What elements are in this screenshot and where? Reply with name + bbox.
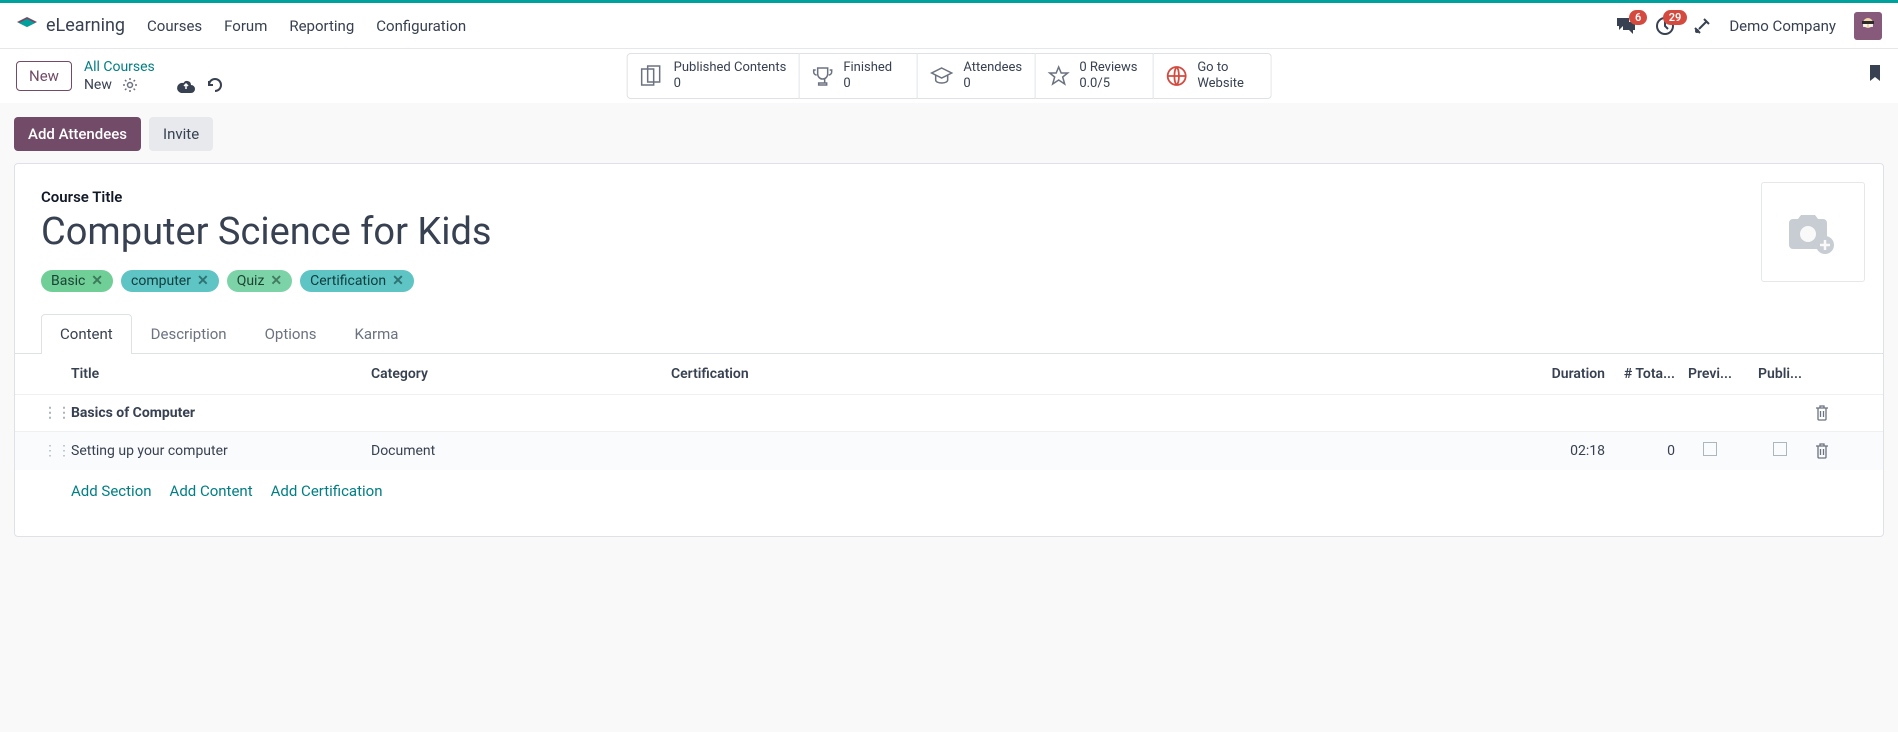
row-duration: 02:18: [1515, 443, 1605, 459]
course-title[interactable]: Computer Science for Kids: [41, 210, 1857, 254]
delete-row-icon[interactable]: [1815, 443, 1855, 459]
row-category[interactable]: Document: [371, 443, 671, 459]
drag-handle-icon[interactable]: ⋮⋮: [43, 405, 71, 421]
elearning-icon: [16, 15, 38, 37]
tabs: Content Description Options Karma: [15, 314, 1883, 354]
stat-finished[interactable]: Finished0: [799, 53, 917, 98]
delete-section-icon[interactable]: [1815, 405, 1855, 421]
th-certification: Certification: [671, 366, 1515, 382]
section-row: ⋮⋮ Basics of Computer: [15, 394, 1883, 432]
activities-icon[interactable]: 29: [1655, 16, 1675, 36]
subbar: New All Courses New Published Contents0 …: [0, 49, 1898, 103]
row-title[interactable]: Setting up your computer: [71, 443, 371, 459]
tab-options[interactable]: Options: [246, 314, 336, 353]
tab-content[interactable]: Content: [41, 314, 132, 354]
th-publi: Publi...: [1745, 366, 1815, 382]
tab-karma[interactable]: Karma: [335, 314, 417, 353]
tag-label: Certification: [310, 273, 386, 289]
brand[interactable]: eLearning: [16, 15, 125, 37]
trophy-icon: [811, 65, 833, 87]
breadcrumb-new: New: [84, 77, 112, 93]
content-icon: [640, 65, 664, 87]
drag-handle-icon[interactable]: ⋮⋮: [43, 443, 71, 459]
tag-label: Basic: [51, 273, 85, 289]
nav-configuration[interactable]: Configuration: [376, 17, 466, 35]
messages-icon[interactable]: 6: [1615, 16, 1637, 36]
globe-icon: [1165, 65, 1187, 87]
th-previ: Previ...: [1675, 366, 1745, 382]
tab-description[interactable]: Description: [132, 314, 246, 353]
tag-computer[interactable]: computer ✕: [121, 270, 219, 292]
table-row: ⋮⋮ Setting up your computer Document 02:…: [15, 432, 1883, 470]
tag-remove-icon[interactable]: ✕: [197, 273, 209, 289]
messages-badge: 6: [1629, 10, 1647, 25]
invite-button[interactable]: Invite: [149, 117, 213, 151]
company-label[interactable]: Demo Company: [1729, 17, 1836, 35]
row-total: 0: [1605, 443, 1675, 459]
brand-label: eLearning: [46, 15, 125, 36]
gear-icon[interactable]: [122, 77, 138, 93]
stat-boxes: Published Contents0 Finished0 Attendees0…: [627, 53, 1272, 98]
tag-basic[interactable]: Basic ✕: [41, 270, 113, 292]
tag-remove-icon[interactable]: ✕: [392, 273, 404, 289]
nav-reporting[interactable]: Reporting: [289, 17, 354, 35]
breadcrumb: All Courses New: [84, 59, 224, 93]
stat-published[interactable]: Published Contents0: [627, 53, 800, 98]
th-total: # Tota...: [1605, 366, 1675, 382]
tag-label: computer: [131, 273, 191, 289]
new-button[interactable]: New: [16, 61, 72, 91]
breadcrumb-all-courses[interactable]: All Courses: [84, 59, 224, 75]
tags: Basic ✕ computer ✕ Quiz ✕ Certification ✕: [41, 270, 1857, 292]
th-duration: Duration: [1515, 366, 1605, 382]
tag-quiz[interactable]: Quiz ✕: [227, 270, 292, 292]
undo-icon[interactable]: [206, 77, 224, 93]
tag-remove-icon[interactable]: ✕: [91, 273, 103, 289]
published-checkbox[interactable]: [1773, 442, 1787, 456]
avatar[interactable]: [1854, 12, 1882, 40]
navbar: eLearning Courses Forum Reporting Config…: [0, 3, 1898, 49]
content-table: Title Category Certification Duration # …: [15, 354, 1883, 512]
add-attendees-button[interactable]: Add Attendees: [14, 117, 141, 151]
star-icon: [1047, 65, 1069, 87]
th-title: Title: [71, 366, 371, 382]
graduation-icon: [929, 66, 953, 86]
th-category: Category: [371, 366, 671, 382]
tag-certification[interactable]: Certification ✕: [300, 270, 414, 292]
stat-attendees[interactable]: Attendees0: [917, 53, 1035, 98]
tag-remove-icon[interactable]: ✕: [270, 273, 282, 289]
course-title-label: Course Title: [41, 188, 1857, 206]
stat-reviews[interactable]: 0 Reviews0.0/5: [1035, 53, 1153, 98]
add-certification-link[interactable]: Add Certification: [271, 482, 383, 500]
nav-forum[interactable]: Forum: [224, 17, 267, 35]
image-placeholder[interactable]: [1761, 182, 1865, 282]
add-content-link[interactable]: Add Content: [170, 482, 253, 500]
section-title[interactable]: Basics of Computer: [71, 405, 1815, 421]
tools-icon[interactable]: [1693, 17, 1711, 35]
cloud-upload-icon[interactable]: [176, 77, 196, 93]
nav-courses[interactable]: Courses: [147, 17, 202, 35]
preview-checkbox[interactable]: [1703, 442, 1717, 456]
add-section-link[interactable]: Add Section: [71, 482, 152, 500]
course-card: Course Title Computer Science for Kids B…: [14, 163, 1884, 537]
tag-label: Quiz: [237, 273, 265, 289]
bookmark-icon[interactable]: [1868, 63, 1882, 83]
activities-badge: 29: [1663, 10, 1688, 25]
stat-website[interactable]: Go toWebsite: [1153, 53, 1271, 98]
